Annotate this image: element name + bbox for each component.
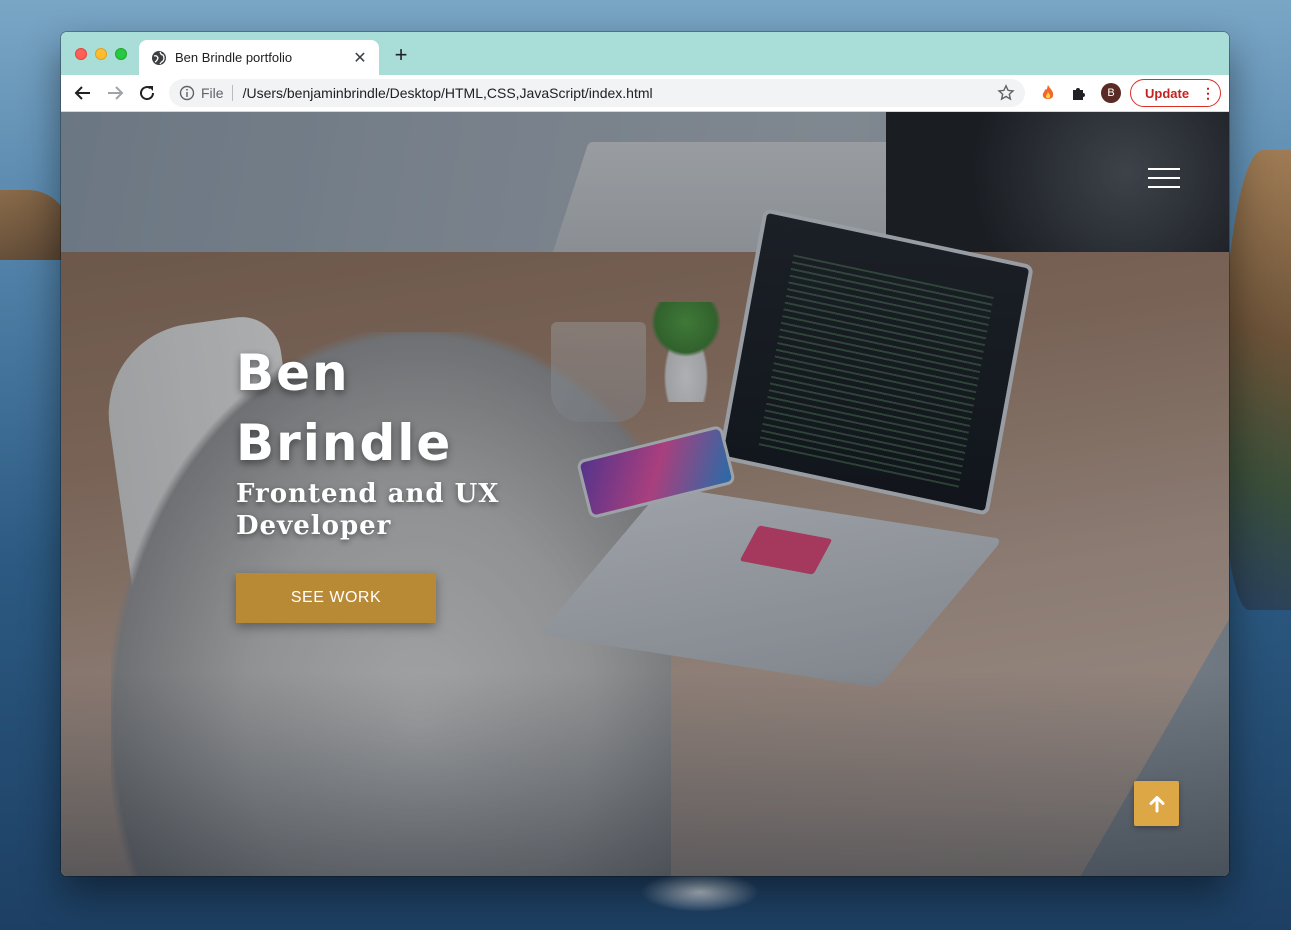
update-label: Update: [1145, 85, 1190, 101]
star-icon[interactable]: [997, 84, 1015, 102]
arrow-right-icon: [108, 86, 124, 100]
close-icon[interactable]: ✕: [351, 48, 369, 68]
browser-toolbar: File /Users/benjaminbrindle/Desktop/HTML…: [61, 75, 1229, 112]
portfolio-page: Ben Brindle Frontend and UX Developer SE…: [61, 112, 1229, 876]
tab-title: Ben Brindle portfolio: [175, 50, 293, 65]
info-icon[interactable]: [179, 85, 195, 101]
tab-strip: Ben Brindle portfolio ✕ +: [61, 32, 1229, 75]
hero-name: Ben Brindle: [236, 338, 536, 478]
reload-button[interactable]: [133, 79, 161, 107]
reload-icon: [140, 86, 155, 101]
plus-icon[interactable]: +: [389, 44, 413, 68]
puzzle-icon[interactable]: [1070, 84, 1088, 102]
desktop-wallpaper-cliff-left: [0, 190, 70, 260]
window-controls: [75, 48, 127, 60]
back-button[interactable]: [69, 79, 97, 107]
url-text[interactable]: /Users/benjaminbrindle/Desktop/HTML,CSS,…: [243, 85, 997, 101]
browser-window: Ben Brindle portfolio ✕ + File /Users/be…: [61, 32, 1229, 876]
more-vert-icon[interactable]: ⋮: [1200, 85, 1216, 102]
hero-subtitle: Frontend and UX Developer: [236, 478, 536, 542]
hero-name-last: Brindle: [236, 414, 453, 472]
profile-avatar[interactable]: B: [1101, 83, 1121, 103]
see-work-button[interactable]: SEE WORK: [236, 573, 436, 623]
forward-button[interactable]: [101, 79, 129, 107]
desktop-wallpaper-cliff-right: [1221, 150, 1291, 610]
url-scheme-label: File: [201, 85, 233, 101]
update-button[interactable]: Update ⋮: [1130, 79, 1221, 107]
arrow-left-icon: [74, 86, 90, 100]
window-zoom-button[interactable]: [115, 48, 127, 60]
address-bar[interactable]: File /Users/benjaminbrindle/Desktop/HTML…: [169, 79, 1025, 107]
desktop-wallpaper-wave: [640, 872, 760, 912]
window-minimize-button[interactable]: [95, 48, 107, 60]
arrow-up-icon: [1149, 795, 1164, 812]
fire-extension-icon[interactable]: [1039, 84, 1057, 102]
hero-subtitle-line2: Developer: [236, 511, 392, 541]
hero-name-first: Ben: [236, 344, 350, 402]
tab-ben-brindle-portfolio[interactable]: Ben Brindle portfolio ✕: [139, 40, 379, 75]
hamburger-menu-icon[interactable]: [1148, 168, 1180, 188]
hero-subtitle-line1: Frontend and UX: [236, 479, 500, 509]
window-close-button[interactable]: [75, 48, 87, 60]
scroll-to-top-button[interactable]: [1134, 781, 1179, 826]
globe-icon: [152, 50, 166, 65]
